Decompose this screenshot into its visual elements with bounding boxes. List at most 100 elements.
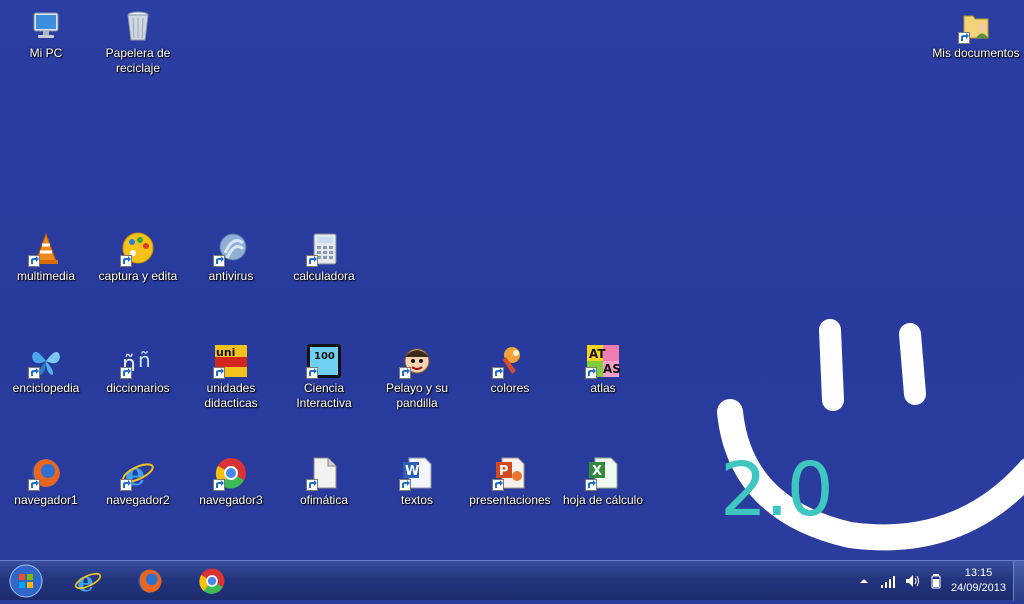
shortcut-arrow-icon: [28, 479, 40, 491]
svg-text:100: 100: [314, 351, 335, 362]
desktop-icon-ofimatica[interactable]: ofimática: [278, 455, 370, 508]
system-tray: 13:15 24/09/2013: [824, 561, 1024, 601]
shortcut-arrow-icon: [306, 479, 318, 491]
shortcut-arrow-icon: [213, 479, 225, 491]
desktop-icon-captura[interactable]: captura y edita: [92, 231, 184, 284]
paint-brush-icon: [492, 343, 528, 379]
shortcut-arrow-icon: [585, 367, 597, 379]
butterfly-icon: [28, 343, 64, 379]
svg-text:ñ: ñ: [138, 348, 151, 372]
shortcut-arrow-icon: [399, 367, 411, 379]
shortcut-arrow-icon: [958, 32, 970, 44]
firefox-icon: [138, 569, 162, 593]
desktop-icon-label: presentaciones: [469, 493, 551, 507]
show-hidden-icons-button[interactable]: [856, 573, 872, 589]
antivirus-icon: [213, 231, 249, 267]
desktop-icon-label: antivirus: [208, 269, 254, 283]
desktop-icon-colores[interactable]: colores: [464, 343, 556, 396]
desktop-icon-label: Mi PC: [29, 46, 63, 60]
desktop-icon-label: hoja de cálculo: [562, 493, 644, 507]
desktop-icon-label: diccionarios: [106, 381, 170, 395]
desktop-icon-pelayo[interactable]: Pelayo y su pandilla: [371, 343, 463, 411]
shortcut-arrow-icon: [492, 367, 504, 379]
shortcut-arrow-icon: [585, 479, 597, 491]
svg-text:W: W: [405, 464, 419, 479]
svg-text:AT: AT: [589, 347, 606, 361]
svg-text:uni: uni: [216, 346, 235, 359]
recycle-bin-icon: [120, 8, 156, 44]
desktop-icon-presentaciones[interactable]: P presentaciones: [464, 455, 556, 508]
internet-explorer-icon: e: [120, 455, 156, 493]
word-document-icon: W: [399, 455, 435, 491]
desktop-icon-atlas[interactable]: AT AS atlas: [557, 343, 649, 396]
svg-text:P: P: [499, 464, 509, 479]
desktop-icon-label: textos: [400, 493, 433, 507]
desktop-icon-label: multimedia: [16, 269, 76, 283]
desktop-icon-mi-pc[interactable]: Mi PC: [0, 8, 92, 61]
shortcut-arrow-icon: [213, 255, 225, 267]
science-screen-icon: 100: [306, 343, 342, 379]
clock-date: 24/09/2013: [950, 582, 1006, 594]
shortcut-arrow-icon: [120, 367, 132, 379]
shortcut-arrow-icon: [213, 367, 225, 379]
volume-icon[interactable]: [904, 573, 920, 589]
firefox-icon: [28, 455, 64, 491]
desktop-icon-label: calculadora: [293, 269, 355, 283]
desktop-icon-textos[interactable]: W textos: [371, 455, 463, 508]
desktop-icon-diccionarios[interactable]: ñ ñ diccionarios: [92, 343, 184, 396]
desktop: Mi PC Papelera de reciclaje Mis document…: [0, 0, 1024, 560]
network-signal-icon[interactable]: [880, 573, 896, 589]
desktop-icon-label: Mis documentos: [932, 46, 1020, 60]
taskbar-chrome-button[interactable]: [186, 563, 238, 599]
svg-text:X: X: [592, 464, 602, 479]
battery-icon[interactable]: [928, 573, 944, 589]
start-button[interactable]: [6, 563, 46, 599]
desktop-icon-label: Ciencia Interactiva: [296, 381, 352, 410]
svg-text:e: e: [77, 567, 94, 596]
desktop-icon-multimedia[interactable]: multimedia: [0, 231, 92, 284]
desktop-icon-label: Pelayo y su pandilla: [385, 381, 449, 410]
desktop-icon-label: Papelera de reciclaje: [105, 46, 171, 75]
chrome-icon: [213, 455, 249, 491]
cartoon-face-icon: [399, 343, 435, 379]
clock[interactable]: 13:15 24/09/2013: [951, 566, 1006, 596]
desktop-icon-label: unidades didacticas: [204, 381, 258, 410]
desktop-icon-navegador1[interactable]: navegador1: [0, 455, 92, 508]
shortcut-arrow-icon: [306, 367, 318, 379]
desktop-icon-enciclopedia[interactable]: enciclopedia: [0, 343, 92, 396]
desktop-icon-calculadora[interactable]: calculadora: [278, 231, 370, 284]
computer-icon: [28, 8, 64, 44]
desktop-icon-label: navegador1: [14, 493, 78, 507]
desktop-icon-unidades[interactable]: uni unidades didacticas: [185, 343, 277, 411]
shortcut-arrow-icon: [28, 367, 40, 379]
wallpaper-version-text: 2.0: [720, 447, 834, 533]
clock-time: 13:15: [964, 567, 993, 579]
taskbar-internet-explorer-button[interactable]: e: [62, 563, 114, 599]
shortcut-arrow-icon: [492, 479, 504, 491]
shortcut-arrow-icon: [28, 255, 40, 267]
shortcut-arrow-icon: [399, 479, 411, 491]
desktop-icon-ciencia[interactable]: 100 Ciencia Interactiva: [278, 343, 370, 411]
office-document-icon: [306, 455, 342, 491]
shortcut-arrow-icon: [306, 255, 318, 267]
excel-icon: X: [585, 455, 621, 491]
vlc-cone-icon: [28, 231, 64, 267]
calculator-icon: [306, 231, 342, 267]
shortcut-arrow-icon: [120, 255, 132, 267]
desktop-icon-mis-documentos[interactable]: Mis documentos: [930, 8, 1022, 61]
taskbar-firefox-button[interactable]: [124, 563, 176, 599]
desktop-icon-papelera[interactable]: Papelera de reciclaje: [92, 8, 184, 76]
chrome-icon: [199, 568, 225, 594]
atlas-icon: AT AS: [585, 343, 621, 379]
show-desktop-button[interactable]: [1013, 561, 1024, 601]
desktop-icon-label: captura y edita: [98, 269, 178, 283]
dictionary-icon: ñ ñ: [120, 343, 156, 379]
palette-icon: [120, 231, 156, 267]
desktop-icon-antivirus[interactable]: antivirus: [185, 231, 277, 284]
units-logo-icon: uni: [213, 343, 249, 379]
desktop-icon-navegador3[interactable]: navegador3: [185, 455, 277, 508]
desktop-icon-hoja[interactable]: X hoja de cálculo: [557, 455, 649, 508]
shortcut-arrow-icon: [120, 479, 132, 491]
desktop-icon-label: navegador3: [199, 493, 263, 507]
desktop-icon-navegador2[interactable]: e navegador2: [92, 455, 184, 508]
